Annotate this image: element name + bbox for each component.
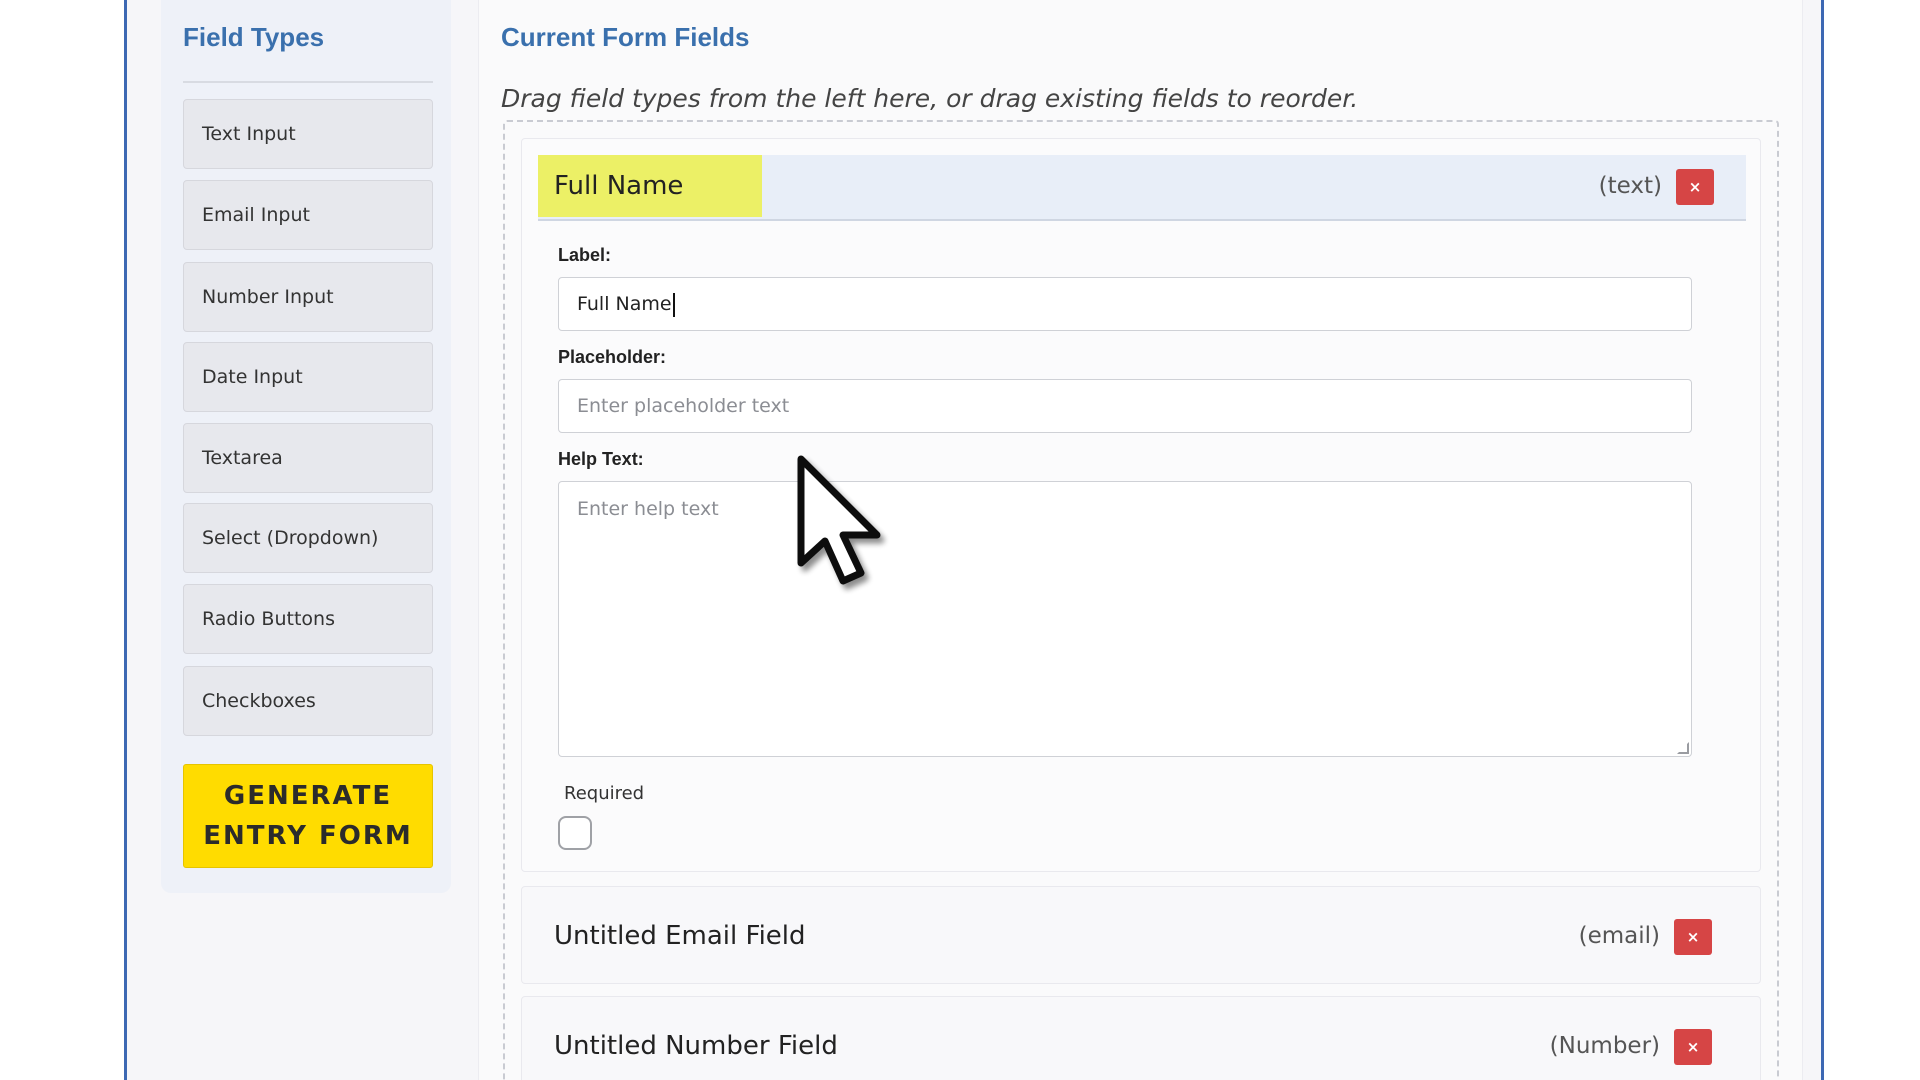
drop-zone[interactable]: Full Name (text) × Label: Full Name Plac…	[503, 120, 1779, 1080]
field-type-tag: (email)	[1578, 923, 1660, 949]
field-type-tag: (Number)	[1549, 1033, 1660, 1059]
field-type-textarea[interactable]: Textarea	[183, 423, 433, 493]
help-text-placeholder: Enter help text	[577, 498, 719, 520]
field-name: Untitled Number Field	[554, 1031, 838, 1061]
placeholder-input-placeholder: Enter placeholder text	[577, 395, 790, 417]
remove-field-button[interactable]: ×	[1674, 1029, 1712, 1065]
field-card-email[interactable]: Untitled Email Field (email) ×	[521, 886, 1761, 984]
remove-field-button[interactable]: ×	[1676, 169, 1714, 205]
form-fields-panel: Current Form Fields Drag field types fro…	[478, 0, 1803, 1080]
field-name: Full Name	[554, 171, 684, 201]
field-card-full-name[interactable]: Full Name (text) × Label: Full Name Plac…	[521, 138, 1761, 872]
field-type-tag: (text)	[1598, 173, 1662, 199]
app-frame: Field Types Text Input Email Input Numbe…	[124, 0, 1824, 1080]
sidebar-divider	[183, 81, 433, 83]
close-icon: ×	[1686, 928, 1700, 946]
generate-entry-form-button[interactable]: GENERATE ENTRY FORM	[183, 764, 433, 868]
drop-hint: Drag field types from the left here, or …	[501, 84, 1359, 113]
field-type-date-input[interactable]: Date Input	[183, 342, 433, 412]
help-text-textarea[interactable]: Enter help text	[558, 481, 1692, 757]
close-icon: ×	[1688, 178, 1702, 196]
field-type-text-input[interactable]: Text Input	[183, 99, 433, 169]
field-card-number[interactable]: Untitled Number Field (Number) ×	[521, 996, 1761, 1080]
help-text-caption: Help Text:	[558, 449, 644, 469]
sidebar-title: Field Types	[183, 22, 325, 52]
field-card-header[interactable]: Full Name (text) ×	[538, 155, 1746, 221]
field-types-sidebar: Field Types Text Input Email Input Numbe…	[161, 0, 451, 893]
required-caption: Required	[564, 783, 645, 804]
placeholder-input[interactable]: Enter placeholder text	[558, 379, 1692, 433]
text-caret	[672, 292, 675, 317]
field-type-email-input[interactable]: Email Input	[183, 180, 433, 250]
page-title: Current Form Fields	[501, 22, 750, 52]
field-type-select[interactable]: Select (Dropdown)	[183, 503, 433, 573]
field-name: Untitled Email Field	[554, 921, 806, 951]
label-caption: Label:	[558, 245, 612, 265]
close-icon: ×	[1686, 1038, 1700, 1056]
field-type-radio-buttons[interactable]: Radio Buttons	[183, 584, 433, 654]
remove-field-button[interactable]: ×	[1674, 919, 1712, 955]
resize-handle-icon[interactable]	[1677, 742, 1689, 754]
placeholder-caption: Placeholder:	[558, 347, 667, 367]
label-input[interactable]: Full Name	[558, 277, 1692, 331]
required-checkbox[interactable]	[558, 816, 592, 850]
label-input-value: Full Name	[577, 293, 672, 315]
field-type-number-input[interactable]: Number Input	[183, 262, 433, 332]
field-type-checkboxes[interactable]: Checkboxes	[183, 666, 433, 736]
